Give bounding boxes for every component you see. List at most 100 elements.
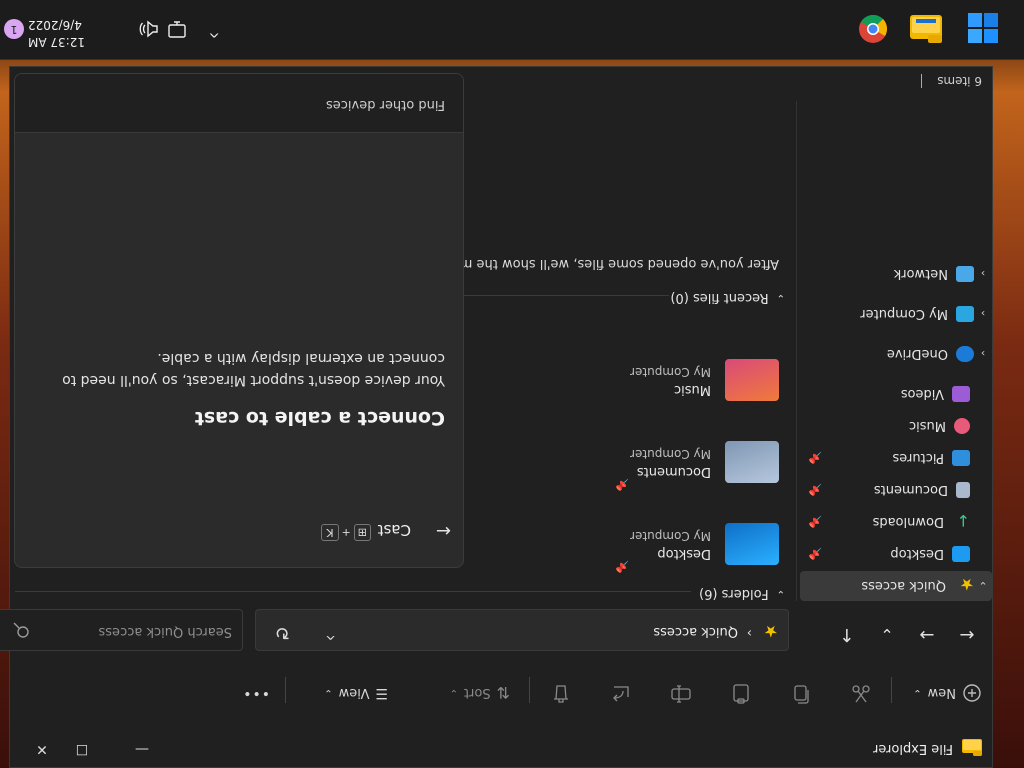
cut-icon[interactable] [850,683,872,705]
recent-locations-button[interactable]: ⌄ [872,619,902,649]
find-other-devices-link[interactable]: Find other devices [326,97,445,112]
copy-icon[interactable] [790,683,812,705]
up-button[interactable]: ↑ [832,619,862,649]
cast-title: Cast [377,521,411,539]
status-divider [921,74,922,88]
taskbar: ^ 12:37 AM 4/6/2022 1 [0,0,1024,60]
windows-start-icon[interactable] [968,13,998,43]
paste-icon[interactable] [730,683,752,705]
sidebar-item-label: Network [893,266,948,282]
cast-message: Your device doesn't support Miracast, so… [62,350,445,388]
toolbar-divider [529,677,530,703]
video-icon [952,386,970,402]
recent-section-header[interactable]: ⌄ Recent files (0) [670,290,785,305]
sidebar-item-label: Downloads [872,514,944,530]
sidebar-item-label: Music [909,418,946,434]
star-icon: ★ [959,575,974,594]
search-box[interactable]: Search Quick access [0,609,243,651]
sidebar-item-label: OneDrive [886,346,948,362]
folder-tile-documents[interactable]: Documents My Computer 📌 [609,421,779,491]
title-bar: File Explorer — ☐ ✕ [10,727,992,767]
chrome-icon[interactable] [858,14,888,44]
download-arrow-icon: ↓ [956,511,970,530]
forward-button[interactable]: → [912,619,942,649]
folder-location: My Computer [630,447,711,461]
close-button[interactable]: ✕ [12,731,72,767]
folder-name: Desktop [657,546,711,561]
address-bar[interactable]: ★ › Quick access ^ ↻ [255,609,789,651]
document-icon [956,482,970,498]
desktop-folder-icon [952,546,970,562]
sidebar-item-label: Desktop [890,546,944,562]
back-button[interactable]: ← [952,619,982,649]
address-text[interactable]: Quick access [653,624,738,639]
view-button[interactable]: ☰ View ⌄ [324,679,388,707]
pin-icon: 📌 [615,560,629,573]
star-icon: ★ [763,622,778,641]
sidebar-item-downloads[interactable]: ↓ Downloads 📌 [778,507,992,537]
shortcut-key: K [321,524,339,541]
folder-tile-desktop[interactable]: Desktop My Computer 📌 [609,503,779,573]
pin-icon: 📌 [808,515,822,529]
pin-icon: 📌 [808,547,822,561]
share-icon[interactable] [610,683,632,705]
new-button[interactable]: New ⌄ [913,679,982,707]
sidebar-item-label: Pictures [892,450,944,466]
chevron-right-icon[interactable]: › [974,348,992,361]
breadcrumb-separator: › [746,625,752,640]
sidebar-item-onedrive[interactable]: › OneDrive [800,339,992,369]
refresh-button[interactable]: ↻ [275,622,290,643]
sidebar-item-desktop[interactable]: Desktop 📌 [778,539,992,569]
clock[interactable]: 12:37 AM 4/6/2022 [28,18,120,49]
sidebar-item-label: Quick access [861,578,946,594]
sidebar-item-my-computer[interactable]: › My Computer [800,299,992,329]
sidebar-item-documents[interactable]: Documents 📌 [778,475,992,505]
shortcut-plus: + [341,526,351,539]
cast-heading: Connect a cable to cast [194,407,445,429]
search-input[interactable]: Search Quick access [99,624,233,639]
chevron-down-icon: ⌄ [913,687,922,699]
chevron-down-icon: ⌄ [449,687,458,699]
pictures-icon [952,450,970,466]
folder-location: My Computer [630,365,711,379]
network-icon [956,266,974,282]
toolbar-divider [285,677,286,703]
pin-icon: 📌 [808,483,822,497]
sidebar-item-videos[interactable]: Videos [778,379,992,409]
sort-button[interactable]: ⇅ Sort ⌄ [450,679,510,707]
sidebar-item-label: Documents [873,482,948,498]
folder-name: Music [674,382,711,397]
minimize-button[interactable]: — [112,731,172,767]
address-history-button[interactable]: ^ [325,626,336,641]
desktop-folder-icon [725,523,779,565]
chevron-down-icon[interactable]: ⌄ [974,580,992,593]
chevron-down-icon: ⌄ [776,292,785,303]
chevron-right-icon[interactable]: › [974,308,992,321]
view-icon: ☰ [375,685,388,701]
sidebar-item-quick-access[interactable]: ⌄ ★ Quick access [800,571,992,601]
new-label: New [927,685,956,701]
windows-key-icon: ⊞ [353,524,371,541]
delete-icon[interactable] [550,683,572,705]
rename-icon[interactable] [670,683,692,705]
sort-label: Sort [463,685,491,701]
chevron-right-icon[interactable]: › [974,268,992,281]
network-status-icon[interactable] [166,19,188,39]
section-divider [15,591,691,592]
cast-flyout: ← Cast ⊞ + K Connect a cable to cast You… [14,73,464,568]
cast-footer: Find other devices [15,73,463,133]
show-hidden-icons-button[interactable]: ^ [208,23,220,39]
folders-section-header[interactable]: ⌄ Folders (6) [699,586,785,601]
sidebar-item-network[interactable]: › Network [800,259,992,289]
file-explorer-taskbar-icon[interactable] [910,15,942,45]
plus-circle-icon [963,684,981,702]
volume-icon[interactable] [138,19,160,39]
more-options-button[interactable]: ••• [242,679,270,707]
search-icon [13,622,29,638]
folder-tile-music[interactable]: Music My Computer [609,339,779,409]
back-button[interactable]: ← [436,520,451,541]
notification-badge[interactable]: 1 [4,19,24,39]
sidebar-item-pictures[interactable]: Pictures 📌 [778,443,992,473]
sidebar-item-music[interactable]: Music [778,411,992,441]
sort-icon: ⇅ [496,683,510,703]
